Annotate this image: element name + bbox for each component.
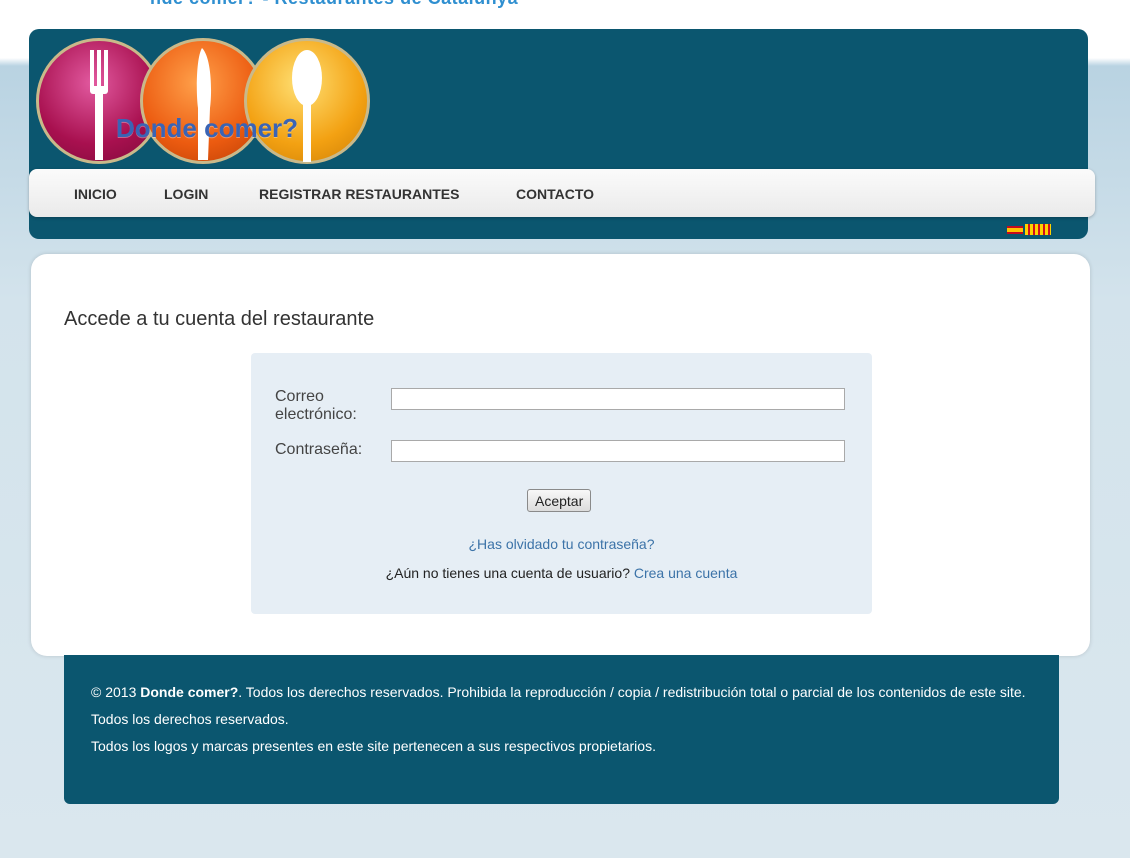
- spoon-icon: [244, 38, 370, 164]
- top-strip: nde comer? - Restaurantes de Catalunya: [0, 0, 1130, 8]
- email-label: Correo electrónico:: [275, 388, 357, 423]
- catalonia-flag-icon[interactable]: [1025, 224, 1051, 235]
- nav-item-contacto[interactable]: CONTACTO: [516, 186, 594, 202]
- email-field[interactable]: [391, 388, 845, 410]
- footer-line2: Todos los logos y marcas presentes en es…: [91, 738, 656, 754]
- no-account-text: ¿Aún no tienes una cuenta de usuario? Cr…: [251, 565, 872, 581]
- main-nav: INICIO LOGIN REGISTRAR RESTAURANTES CONT…: [29, 169, 1095, 217]
- no-account-prompt: ¿Aún no tienes una cuenta de usuario?: [385, 565, 630, 581]
- main-content: Accede a tu cuenta del restaurante Corre…: [31, 254, 1090, 656]
- create-account-link[interactable]: Crea una cuenta: [634, 565, 738, 581]
- nav-item-login[interactable]: LOGIN: [164, 186, 208, 202]
- es-flag-icon[interactable]: [1007, 226, 1023, 234]
- password-label: Contraseña:: [275, 441, 363, 458]
- accept-button[interactable]: Aceptar: [527, 489, 592, 512]
- site-footer: © 2013 Donde comer?. Todos los derechos …: [64, 655, 1059, 804]
- password-field[interactable]: [391, 440, 845, 462]
- forgot-password-link[interactable]: ¿Has olvidado tu contraseña?: [251, 536, 872, 552]
- top-strip-text: nde comer? - Restaurantes de Catalunya: [150, 0, 518, 8]
- nav-item-registrar-restaurantes[interactable]: REGISTRAR RESTAURANTES: [259, 186, 459, 202]
- nav-item-inicio[interactable]: INICIO: [74, 186, 117, 202]
- footer-copyright: © 2013: [91, 684, 137, 700]
- footer-brand: Donde comer?: [140, 684, 239, 700]
- login-form: Correo electrónico: Contraseña: Aceptar …: [251, 353, 872, 614]
- brand-logo-text: Donde comer?: [116, 113, 299, 143]
- page-title: Accede a tu cuenta del restaurante: [64, 308, 375, 330]
- footer-text: © 2013 Donde comer?. Todos los derechos …: [91, 679, 1051, 760]
